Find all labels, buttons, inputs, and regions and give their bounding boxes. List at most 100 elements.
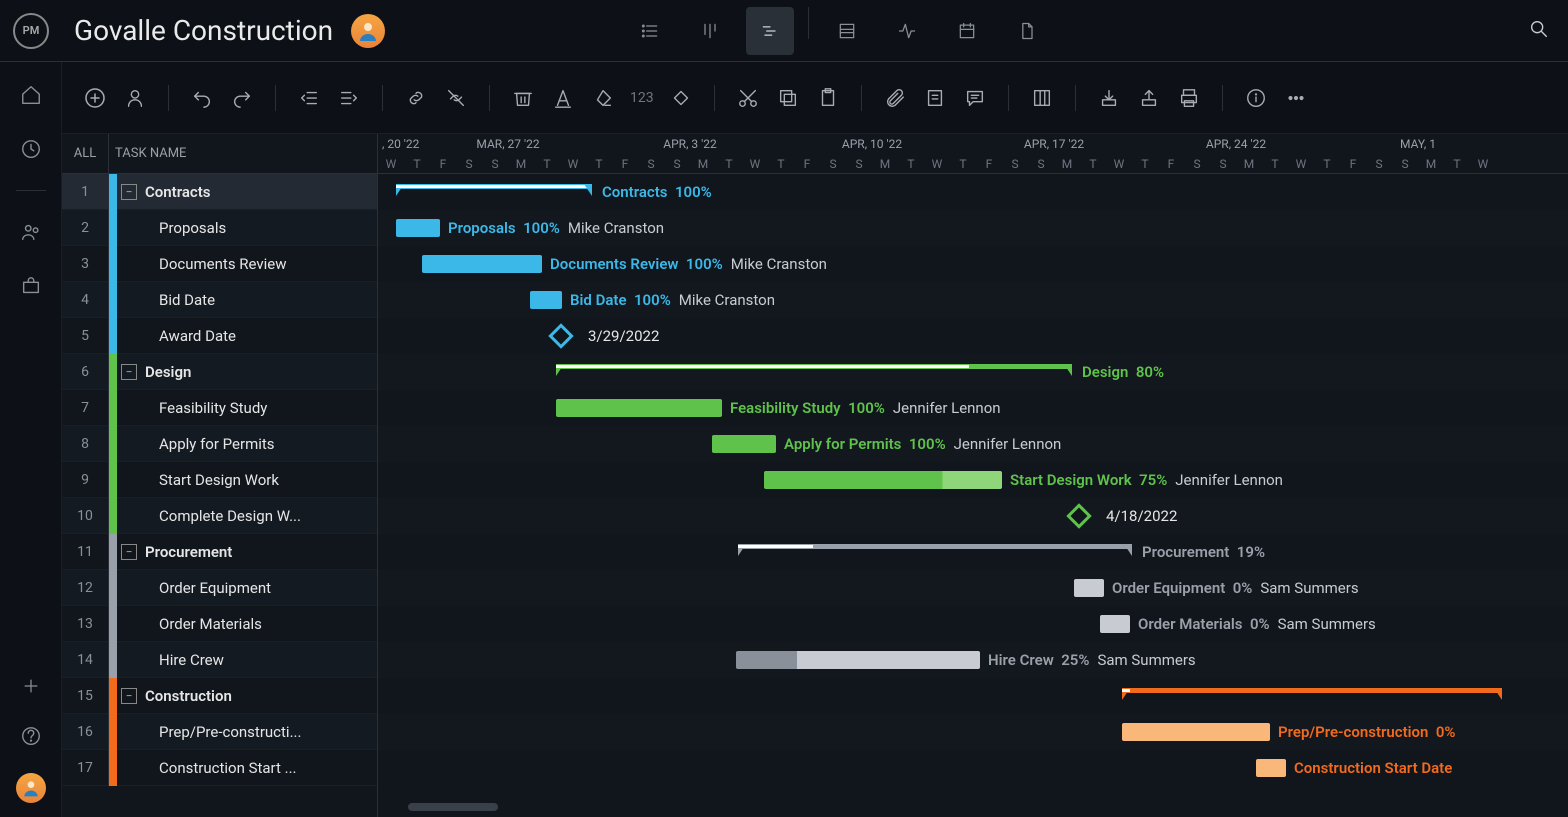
col-all[interactable]: ALL <box>62 146 108 161</box>
summary-bar[interactable] <box>1122 688 1502 696</box>
app-logo[interactable]: PM <box>0 13 62 49</box>
task-name: Proposals <box>159 219 377 237</box>
task-row[interactable]: 9 Start Design Work <box>62 462 377 498</box>
bar-label: Contracts 100% <box>602 183 712 201</box>
task-row[interactable]: 7 Feasibility Study <box>62 390 377 426</box>
team-icon[interactable] <box>18 219 44 245</box>
day-label: T <box>1262 157 1288 171</box>
gantt-chart[interactable]: , 20 '22MAR, 27 '22APR, 3 '22APR, 10 '22… <box>378 134 1568 817</box>
task-bar[interactable] <box>1256 759 1286 777</box>
user-avatar[interactable] <box>16 773 46 803</box>
task-bar[interactable] <box>396 219 440 237</box>
text-style-icon[interactable] <box>550 85 576 111</box>
row-number: 10 <box>62 508 108 524</box>
add-task-icon[interactable] <box>82 85 108 111</box>
task-row[interactable]: 1 − Contracts <box>62 174 377 210</box>
summary-bar[interactable] <box>556 364 1072 372</box>
view-gantt-icon[interactable] <box>746 7 794 55</box>
portfolio-icon[interactable] <box>18 273 44 299</box>
notes-icon[interactable] <box>922 85 948 111</box>
task-bar[interactable] <box>1074 579 1104 597</box>
color-stripe <box>109 678 117 714</box>
help-icon[interactable] <box>18 723 44 749</box>
unlink-icon[interactable] <box>443 85 469 111</box>
task-row[interactable]: 14 Hire Crew <box>62 642 377 678</box>
columns-icon[interactable] <box>1029 85 1055 111</box>
view-tabs <box>620 7 1057 55</box>
summary-bar[interactable] <box>396 184 592 192</box>
task-row[interactable]: 3 Documents Review <box>62 246 377 282</box>
task-row[interactable]: 13 Order Materials <box>62 606 377 642</box>
number-input[interactable]: 123 <box>630 90 654 106</box>
collapse-toggle-icon[interactable]: − <box>121 184 137 200</box>
outdent-icon[interactable] <box>296 85 322 111</box>
comment-icon[interactable] <box>962 85 988 111</box>
horizontal-scrollbar[interactable] <box>408 803 498 811</box>
milestone-marker[interactable] <box>1066 503 1091 528</box>
view-file-icon[interactable] <box>1003 7 1051 55</box>
task-bar[interactable] <box>736 651 980 669</box>
task-row[interactable]: 16 Prep/Pre-constructi... <box>62 714 377 750</box>
color-stripe <box>109 750 117 786</box>
assign-icon[interactable] <box>122 85 148 111</box>
add-icon[interactable] <box>18 673 44 699</box>
indent-icon[interactable] <box>336 85 362 111</box>
task-bar[interactable] <box>530 291 562 309</box>
search-button[interactable] <box>1528 18 1550 44</box>
task-bar[interactable] <box>1122 723 1270 741</box>
task-bar[interactable] <box>556 399 722 417</box>
attach-icon[interactable] <box>882 85 908 111</box>
copy-icon[interactable] <box>775 85 801 111</box>
project-title[interactable]: Govalle Construction <box>74 14 333 47</box>
task-row[interactable]: 5 Award Date <box>62 318 377 354</box>
color-stripe <box>109 426 117 462</box>
col-task-name[interactable]: TASK NAME <box>109 146 377 161</box>
summary-bar[interactable] <box>738 544 1132 552</box>
task-row[interactable]: 12 Order Equipment <box>62 570 377 606</box>
gantt-row: Apply for Permits 100%Jennifer Lennon <box>378 426 1568 462</box>
view-board-icon[interactable] <box>686 7 734 55</box>
task-row[interactable]: 11 − Procurement <box>62 534 377 570</box>
task-row[interactable]: 4 Bid Date <box>62 282 377 318</box>
cut-icon[interactable] <box>735 85 761 111</box>
task-bar[interactable] <box>764 471 1002 489</box>
task-bar[interactable] <box>422 255 542 273</box>
link-icon[interactable] <box>403 85 429 111</box>
task-name: Procurement <box>145 543 377 561</box>
bar-label: Documents Review 100%Mike Cranston <box>550 255 827 273</box>
collapse-toggle-icon[interactable]: − <box>121 544 137 560</box>
task-row[interactable]: 6 − Design <box>62 354 377 390</box>
home-icon[interactable] <box>18 82 44 108</box>
undo-icon[interactable] <box>189 85 215 111</box>
import-icon[interactable] <box>1096 85 1122 111</box>
task-row[interactable]: 15 − Construction <box>62 678 377 714</box>
export-icon[interactable] <box>1136 85 1162 111</box>
more-icon[interactable] <box>1283 85 1309 111</box>
clear-format-icon[interactable] <box>590 85 616 111</box>
view-calendar-icon[interactable] <box>943 7 991 55</box>
task-row[interactable]: 10 Complete Design W... <box>62 498 377 534</box>
project-avatar[interactable] <box>351 14 385 48</box>
task-bar[interactable] <box>712 435 776 453</box>
task-bar[interactable] <box>1100 615 1130 633</box>
task-row[interactable]: 17 Construction Start ... <box>62 750 377 786</box>
divider <box>16 190 46 191</box>
info-icon[interactable] <box>1243 85 1269 111</box>
milestone-icon[interactable] <box>668 85 694 111</box>
task-row[interactable]: 2 Proposals <box>62 210 377 246</box>
delete-icon[interactable] <box>510 85 536 111</box>
view-activity-icon[interactable] <box>883 7 931 55</box>
task-row[interactable]: 8 Apply for Permits <box>62 426 377 462</box>
collapse-toggle-icon[interactable]: − <box>121 688 137 704</box>
day-label: F <box>612 157 638 171</box>
color-stripe <box>109 210 117 246</box>
recent-icon[interactable] <box>18 136 44 162</box>
redo-icon[interactable] <box>229 85 255 111</box>
collapse-toggle-icon[interactable]: − <box>121 364 137 380</box>
milestone-marker[interactable] <box>548 323 573 348</box>
paste-icon[interactable] <box>815 85 841 111</box>
print-icon[interactable] <box>1176 85 1202 111</box>
view-list-icon[interactable] <box>626 7 674 55</box>
gantt-row: Hire Crew 25%Sam Summers <box>378 642 1568 678</box>
view-sheet-icon[interactable] <box>823 7 871 55</box>
